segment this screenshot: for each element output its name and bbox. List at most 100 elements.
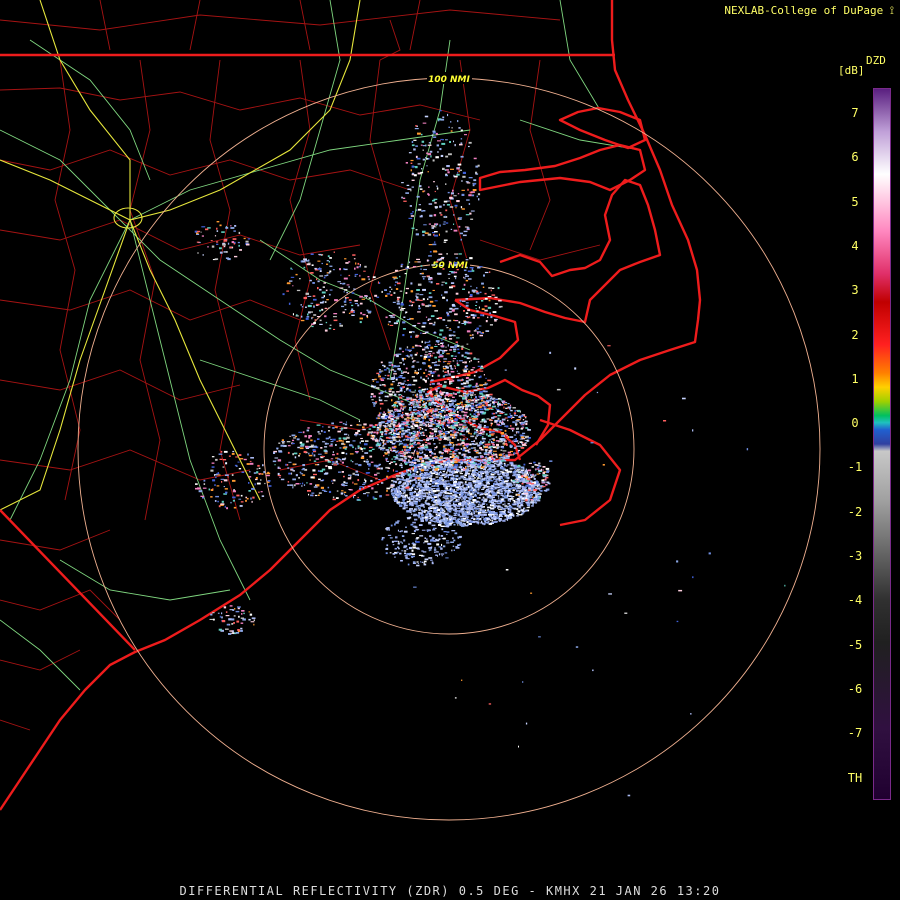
radar-echo	[457, 411, 459, 413]
radar-echo	[371, 431, 373, 433]
radar-echo	[401, 449, 403, 451]
radar-echo	[442, 408, 446, 410]
radar-echo	[518, 416, 522, 418]
radar-echo	[287, 467, 290, 469]
radar-echo	[402, 483, 405, 485]
radar-echo	[393, 414, 395, 417]
radar-echo	[521, 510, 526, 513]
radar-echo	[502, 479, 504, 482]
radar-echo	[389, 486, 394, 489]
radar-echo	[407, 448, 411, 451]
radar-echo	[449, 470, 453, 473]
radar-echo	[376, 472, 380, 474]
radar-echo	[384, 400, 388, 402]
radar-echo	[393, 366, 395, 368]
radar-echo	[471, 268, 474, 270]
radar-echo	[403, 491, 406, 494]
radar-echo	[451, 402, 454, 405]
radar-echo	[364, 452, 369, 454]
radar-echo	[504, 509, 506, 511]
radar-echo	[463, 356, 467, 358]
radar-echo	[378, 369, 381, 371]
radar-echo	[418, 417, 420, 420]
radar-echo	[496, 470, 500, 472]
radar-echo	[439, 504, 442, 507]
radar-echo	[479, 367, 484, 369]
radar-echo	[460, 493, 464, 496]
radar-echo	[436, 283, 440, 285]
radar-echo	[466, 446, 468, 449]
radar-echo	[344, 493, 346, 496]
radar-echo	[492, 499, 497, 501]
radar-echo	[438, 433, 440, 436]
radar-echo	[446, 487, 449, 490]
radar-echo	[277, 459, 282, 462]
radar-echo	[416, 486, 418, 489]
radar-echo	[500, 449, 503, 451]
radar-echo	[413, 360, 416, 362]
radar-echo	[465, 486, 468, 489]
radar-echo	[492, 465, 496, 468]
radar-echo	[393, 426, 395, 428]
radar-echo	[479, 375, 482, 378]
radar-echo	[477, 388, 480, 390]
radar-echo	[401, 435, 403, 438]
radar-echo	[423, 466, 427, 468]
radar-echo	[442, 370, 444, 373]
radar-echo	[386, 475, 389, 478]
radar-echo	[434, 430, 438, 433]
radar-echo	[476, 358, 480, 360]
radar-echo	[411, 432, 415, 435]
radar-echo	[354, 451, 359, 453]
radar-echo	[435, 513, 438, 516]
radar-echo	[306, 429, 309, 431]
radar-echo	[434, 437, 438, 439]
radar-echo	[422, 423, 424, 425]
radar-echo	[418, 400, 420, 403]
radar-echo	[306, 482, 308, 484]
radar-echo	[450, 355, 454, 357]
radar-echo	[292, 439, 295, 442]
radar-echo	[501, 423, 506, 425]
radar-echo	[531, 505, 534, 507]
radar-echo	[512, 430, 514, 432]
radar-echo	[466, 382, 469, 384]
radar-echo	[425, 444, 428, 447]
radar-echo	[419, 368, 422, 370]
radar-echo	[479, 513, 482, 515]
radar-echo	[487, 447, 491, 449]
radar-echo	[479, 384, 483, 387]
radar-echo	[404, 391, 406, 393]
radar-echo	[481, 436, 484, 438]
radar-echo	[373, 405, 376, 407]
radar-echo	[478, 432, 482, 435]
radar-echo	[511, 492, 514, 494]
radar-echo	[378, 396, 381, 399]
radar-echo	[400, 400, 404, 403]
radar-echo	[441, 514, 445, 516]
radar-echo	[450, 464, 452, 467]
radar-echo	[484, 464, 486, 466]
radar-echo	[399, 440, 402, 442]
radar-echo	[344, 448, 347, 450]
radar-echo	[440, 342, 443, 345]
radar-echo	[448, 379, 453, 381]
radar-echo	[460, 485, 464, 488]
radar-echo	[439, 478, 442, 481]
radar-echo	[457, 470, 460, 472]
radar-echo	[463, 370, 467, 373]
radar-echo	[473, 413, 476, 415]
radar-echo	[442, 319, 446, 321]
radar-echo	[392, 469, 394, 472]
radar-echo	[432, 472, 435, 475]
radar-echo	[439, 462, 444, 465]
radar-echo	[490, 441, 495, 444]
radar-echo	[447, 509, 450, 511]
radar-echo	[461, 439, 465, 442]
radar-echo	[332, 496, 335, 499]
radar-echo	[488, 441, 490, 443]
radar-echo	[407, 473, 412, 476]
radar-echo	[468, 417, 472, 419]
radar-echo	[274, 457, 279, 459]
radar-echo	[410, 444, 413, 447]
